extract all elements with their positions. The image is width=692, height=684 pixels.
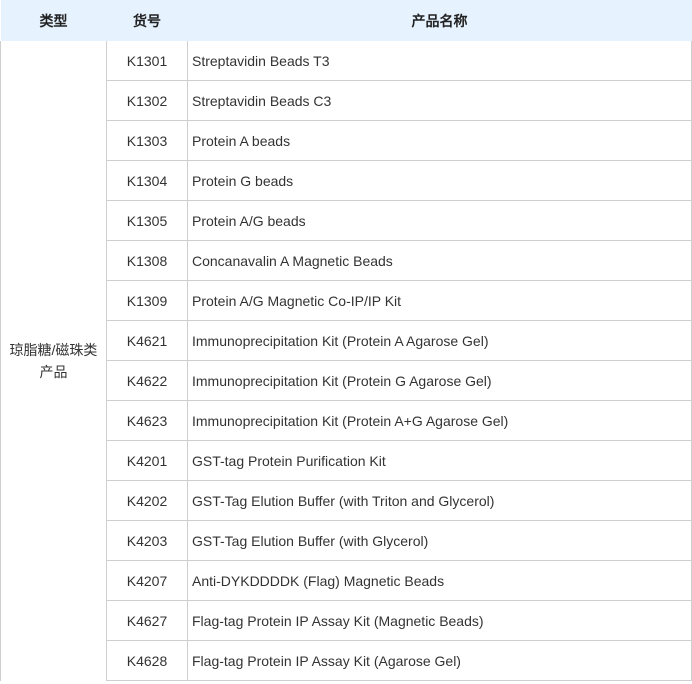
product-code-cell: K4201 [106, 440, 188, 481]
header-name: 产品名称 [187, 0, 692, 41]
product-name-cell: Flag-tag Protein IP Assay Kit (Magnetic … [187, 600, 692, 641]
product-code-cell: K1304 [106, 160, 188, 201]
product-name-cell: Protein A beads [187, 120, 692, 161]
product-code-cell: K4623 [106, 400, 188, 441]
product-name-cell: Anti-DYKDDDDK (Flag) Magnetic Beads [187, 560, 692, 601]
product-code-cell: K1301 [106, 41, 188, 81]
product-name-cell: Protein A/G beads [187, 200, 692, 241]
table-row: 琼脂糖/磁珠类 产品 K1301 Streptavidin Beads T3 [0, 41, 692, 681]
product-code-cell: K1303 [106, 120, 188, 161]
product-name-cell: Flag-tag Protein IP Assay Kit (Agarose G… [187, 640, 692, 681]
product-code-cell: K4203 [106, 520, 188, 561]
header-type: 类型 [0, 0, 107, 41]
category-label-line2: 产品 [39, 363, 68, 380]
product-name-cell: Protein G beads [187, 160, 692, 201]
product-name-cell: Immunoprecipitation Kit (Protein A Agaro… [187, 320, 692, 361]
table-header-row: 类型 货号 产品名称 [0, 0, 692, 41]
product-code-cell: K4627 [106, 600, 188, 641]
product-name-cell: GST-tag Protein Purification Kit [187, 440, 692, 481]
header-code: 货号 [106, 0, 188, 41]
product-name-cell: Concanavalin A Magnetic Beads [187, 240, 692, 281]
table-body: 琼脂糖/磁珠类 产品 K1301 Streptavidin Beads T3 K1302… [0, 41, 692, 681]
product-code-cell: K4202 [106, 480, 188, 521]
product-name-cell: GST-Tag Elution Buffer (with Glycerol) [187, 520, 692, 561]
page: { "headers": { "type": "类型", "code": "货号… [0, 0, 692, 684]
product-code-cell: K4207 [106, 560, 188, 601]
category-cell: 琼脂糖/磁珠类 产品 [0, 41, 107, 681]
product-code-cell: K1302 [106, 80, 188, 121]
category-label-line1: 琼脂糖/磁珠类 [9, 341, 98, 358]
product-name-cell: GST-Tag Elution Buffer (with Triton and … [187, 480, 692, 521]
product-name-cell: Streptavidin Beads C3 [187, 80, 692, 121]
product-code-cell: K4622 [106, 360, 188, 401]
product-code-cell: K1305 [106, 200, 188, 241]
product-table: 类型 货号 产品名称 琼脂糖/磁珠类 产品 K1301 Streptavidin Be… [0, 0, 692, 681]
product-code-cell: K1308 [106, 240, 188, 281]
product-code-cell: K4621 [106, 320, 188, 361]
product-code-cell: K1309 [106, 280, 188, 321]
product-code-cell: K4628 [106, 640, 188, 681]
product-name-cell: Streptavidin Beads T3 [187, 41, 692, 81]
product-name-cell: Immunoprecipitation Kit (Protein A+G Aga… [187, 400, 692, 441]
product-name-cell: Immunoprecipitation Kit (Protein G Agaro… [187, 360, 692, 401]
product-name-cell: Protein A/G Magnetic Co-IP/IP Kit [187, 280, 692, 321]
